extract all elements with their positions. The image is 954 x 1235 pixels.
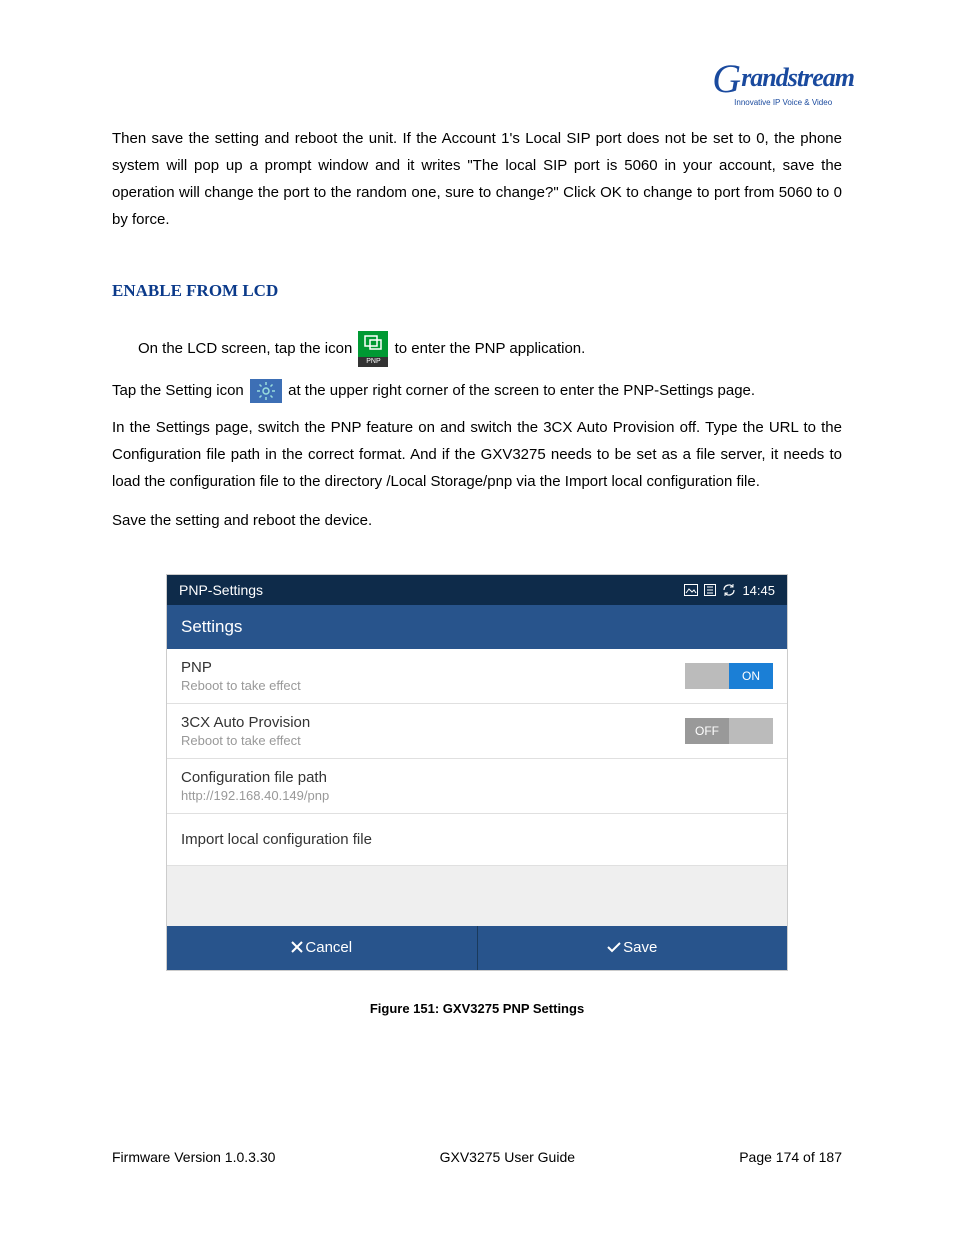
text-fragment: at the upper right corner of the screen … bbox=[288, 382, 755, 399]
status-bar-title: PNP-Settings bbox=[179, 582, 263, 598]
button-bar: Cancel Save bbox=[167, 926, 787, 970]
setting-row-pnp[interactable]: PNP Reboot to take effect ON bbox=[167, 649, 787, 704]
footer-page: Page 174 of 187 bbox=[739, 1149, 842, 1165]
import-label: Import local configuration file bbox=[181, 831, 372, 848]
close-icon bbox=[291, 941, 303, 953]
cx-sublabel: Reboot to take effect bbox=[181, 733, 310, 748]
pnp-toggle[interactable]: ON bbox=[685, 663, 773, 689]
instruction-paragraph-4: Save the setting and reboot the device. bbox=[112, 507, 842, 534]
cx-label: 3CX Auto Provision bbox=[181, 714, 310, 731]
setting-row-3cx[interactable]: 3CX Auto Provision Reboot to take effect… bbox=[167, 704, 787, 759]
figure-caption: Figure 151: GXV3275 PNP Settings bbox=[112, 1001, 842, 1016]
text-fragment: to enter the PNP application. bbox=[395, 340, 586, 357]
setting-row-config-path[interactable]: Configuration file path http://192.168.4… bbox=[167, 759, 787, 814]
brand-logo: Grandstream Innovative IP Voice & Video bbox=[712, 55, 854, 107]
status-bar-time: 14:45 bbox=[742, 583, 775, 598]
cx-toggle[interactable]: OFF bbox=[685, 718, 773, 744]
page-footer: Firmware Version 1.0.3.30 GXV3275 User G… bbox=[112, 1149, 842, 1165]
check-icon bbox=[607, 941, 621, 953]
brand-tagline: Innovative IP Voice & Video bbox=[712, 98, 854, 107]
intro-paragraph: Then save the setting and reboot the uni… bbox=[112, 125, 842, 233]
instruction-line-2: Tap the Setting icon at the upper right … bbox=[112, 377, 842, 404]
config-path-label: Configuration file path bbox=[181, 769, 329, 786]
settings-header: Settings bbox=[167, 605, 787, 649]
status-bar: PNP-Settings 14:45 bbox=[167, 575, 787, 605]
config-path-value: http://192.168.40.149/pnp bbox=[181, 788, 329, 803]
sync-icon bbox=[722, 583, 736, 597]
keyboard-icon bbox=[704, 584, 716, 596]
pnp-sublabel: Reboot to take effect bbox=[181, 678, 301, 693]
footer-title: GXV3275 User Guide bbox=[440, 1149, 575, 1165]
footer-firmware: Firmware Version 1.0.3.30 bbox=[112, 1149, 275, 1165]
text-fragment: On the LCD screen, tap the icon bbox=[138, 340, 356, 357]
device-screenshot: PNP-Settings 14:45 Settings PNP Reboot t… bbox=[166, 574, 788, 971]
brand-name: randstream bbox=[741, 63, 854, 92]
pnp-label: PNP bbox=[181, 659, 301, 676]
instruction-paragraph-3: In the Settings page, switch the PNP fea… bbox=[112, 414, 842, 495]
cancel-button[interactable]: Cancel bbox=[167, 926, 477, 970]
gear-icon bbox=[250, 379, 282, 403]
empty-area bbox=[167, 866, 787, 926]
status-icons: 14:45 bbox=[684, 583, 775, 598]
save-button[interactable]: Save bbox=[477, 926, 788, 970]
image-icon bbox=[684, 584, 698, 596]
instruction-line-1: On the LCD screen, tap the icon to enter… bbox=[138, 331, 842, 367]
text-fragment: Tap the Setting icon bbox=[112, 382, 248, 399]
pnp-app-icon bbox=[358, 331, 388, 367]
section-heading-enable-from-lcd: ENABLE FROM LCD bbox=[112, 281, 842, 301]
setting-row-import[interactable]: Import local configuration file bbox=[167, 814, 787, 866]
